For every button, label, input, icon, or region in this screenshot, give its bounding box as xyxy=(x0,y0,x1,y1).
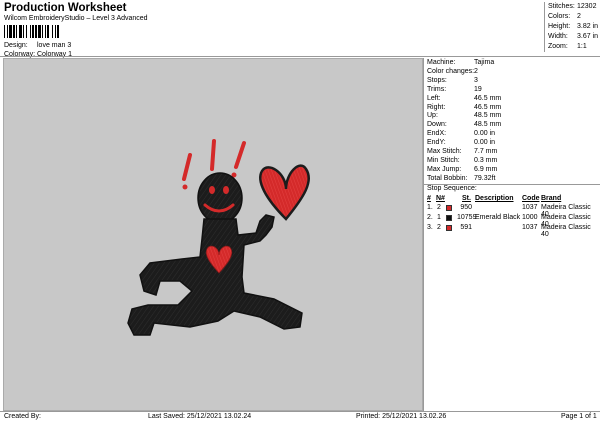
col-header-needle: N# xyxy=(436,195,445,202)
colors-value: 2 xyxy=(577,13,581,20)
property-label: EndX: xyxy=(427,130,447,138)
property-label: Left: xyxy=(427,94,441,102)
height-value: 3.82 in xyxy=(577,23,599,30)
property-label: Trims: xyxy=(427,85,447,93)
properties-panel: Machine: Tajima Color changes: 2 Stops: 3 Trim… xyxy=(423,58,600,411)
color-swatch xyxy=(446,214,452,221)
stitches-label: Stitches: xyxy=(548,3,575,10)
zoom-label: Zoom: xyxy=(548,43,568,50)
property-label: Stops: xyxy=(427,76,447,84)
col-header-brand: Brand xyxy=(541,195,562,202)
property-label: Min Stitch: xyxy=(427,156,460,164)
property-value: 3 xyxy=(474,76,478,84)
sequence-number: 3. xyxy=(427,224,433,231)
property-value: 0.3 mm xyxy=(474,156,498,164)
barcode xyxy=(4,25,59,38)
stitch-count: 950 xyxy=(460,204,472,211)
thread-code: 1037 xyxy=(522,204,538,211)
zoom-value: 1:1 xyxy=(577,43,587,50)
width-label: Width: xyxy=(548,33,568,40)
stitch-count: 10759 xyxy=(457,214,477,221)
software-subtitle: Wilcom EmbroideryStudio – Level 3 Advanc… xyxy=(4,15,148,22)
created-by: Created By: xyxy=(4,413,41,420)
embroidery-design xyxy=(127,139,311,336)
thread-brand: Madeira Classic 40 xyxy=(541,224,591,238)
property-value: 19 xyxy=(474,85,482,93)
property-value: 6.9 mm xyxy=(474,165,498,173)
property-label: Right: xyxy=(427,103,446,111)
col-header-code: Code xyxy=(522,195,540,202)
footer-divider xyxy=(0,411,600,412)
col-header-num: # xyxy=(427,195,431,202)
height-label: Height: xyxy=(548,23,571,30)
color-swatch xyxy=(446,224,452,231)
property-value: 79.32ft xyxy=(474,174,496,182)
color-swatch xyxy=(446,204,452,211)
stop-sequence-title: Stop Sequence: xyxy=(427,185,477,192)
last-saved: Last Saved: 25/12/2021 13.02.24 xyxy=(148,413,252,420)
property-label: Machine: xyxy=(427,59,456,66)
thread-description: Emerald Black xyxy=(475,214,521,221)
design-label: Design: xyxy=(4,42,28,49)
thread-code: 1000 xyxy=(522,214,538,221)
header-divider xyxy=(0,56,600,57)
col-header-description: Description xyxy=(475,195,514,202)
design-preview xyxy=(3,58,423,411)
sequence-number: 2. xyxy=(427,214,433,221)
sequence-number: 1. xyxy=(427,204,433,211)
property-value: 2 xyxy=(474,67,478,75)
page-title: Production Worksheet xyxy=(4,2,127,14)
property-label: Max Jump: xyxy=(427,165,462,173)
property-value: 48.5 mm xyxy=(474,112,502,120)
page-number: Page 1 of 1 xyxy=(561,413,597,420)
property-label: Down: xyxy=(427,121,447,129)
stitches-value: 12302 xyxy=(577,3,597,10)
needle-number: 1 xyxy=(437,214,441,221)
property-label: EndY: xyxy=(427,139,446,147)
needle-number: 2 xyxy=(437,204,441,211)
property-value: 48.5 mm xyxy=(474,121,502,129)
property-value: 46.5 mm xyxy=(474,94,502,102)
property-label: Max Stitch: xyxy=(427,148,462,155)
stitch-count: 591 xyxy=(460,224,472,231)
width-value: 3.67 in xyxy=(577,33,599,40)
design-value: love man 3 xyxy=(37,42,72,49)
printed-date: Printed: 25/12/2021 13.02.26 xyxy=(356,413,447,420)
needle-number: 2 xyxy=(437,224,441,231)
col-header-stitches: St. xyxy=(462,195,471,202)
property-value: 46.5 mm xyxy=(474,103,502,111)
property-value: 7.7 mm xyxy=(474,148,498,155)
colors-label: Colors: xyxy=(548,13,571,20)
design-summary: Stitches: 12302 Colors: 2 Height: 3.82 i… xyxy=(544,2,600,52)
floating-heart xyxy=(259,164,311,221)
property-label: Up: xyxy=(427,112,438,120)
property-value: 0.00 in xyxy=(474,130,496,138)
thread-code: 1037 xyxy=(522,224,538,231)
property-label: Color changes: xyxy=(427,67,475,75)
property-value: Tajima xyxy=(474,59,495,66)
property-label: Total Bobbin: xyxy=(427,174,468,182)
property-value: 0.00 in xyxy=(474,139,496,147)
